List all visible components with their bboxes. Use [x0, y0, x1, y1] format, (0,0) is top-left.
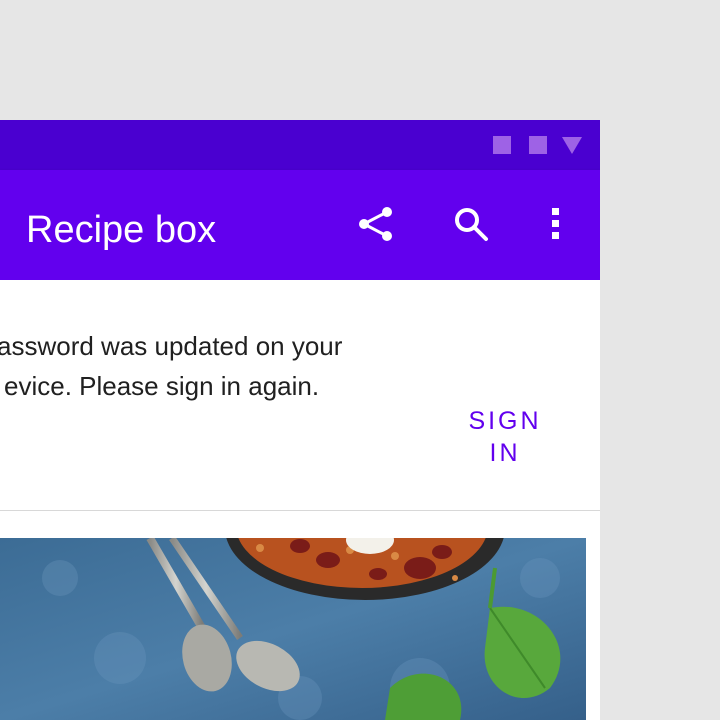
- app-bar: Recipe box: [0, 170, 600, 280]
- sign-in-banner: assword was updated on your evice. Pleas…: [0, 280, 600, 633]
- banner-message-line: assword was updated on your: [0, 331, 343, 361]
- share-button[interactable]: [356, 204, 396, 244]
- recipe-photo-image: [0, 538, 586, 720]
- banner-message-line: evice. Please sign in again.: [4, 371, 320, 401]
- more-options-button[interactable]: [544, 202, 568, 246]
- square-icon: [493, 136, 511, 154]
- signal-triangle-icon: [562, 137, 582, 154]
- search-button[interactable]: [451, 204, 491, 244]
- search-icon: [455, 208, 488, 241]
- square-icon: [529, 136, 547, 154]
- app-screen: Recipe box assword was updated on your e…: [0, 120, 600, 720]
- recipe-card-image[interactable]: [0, 538, 586, 720]
- share-icon: [359, 207, 392, 241]
- status-bar: [0, 120, 600, 170]
- sign-in-button[interactable]: SIGN IN: [449, 405, 561, 467]
- app-title: Recipe box: [26, 209, 217, 251]
- more-vert-icon: [552, 208, 559, 239]
